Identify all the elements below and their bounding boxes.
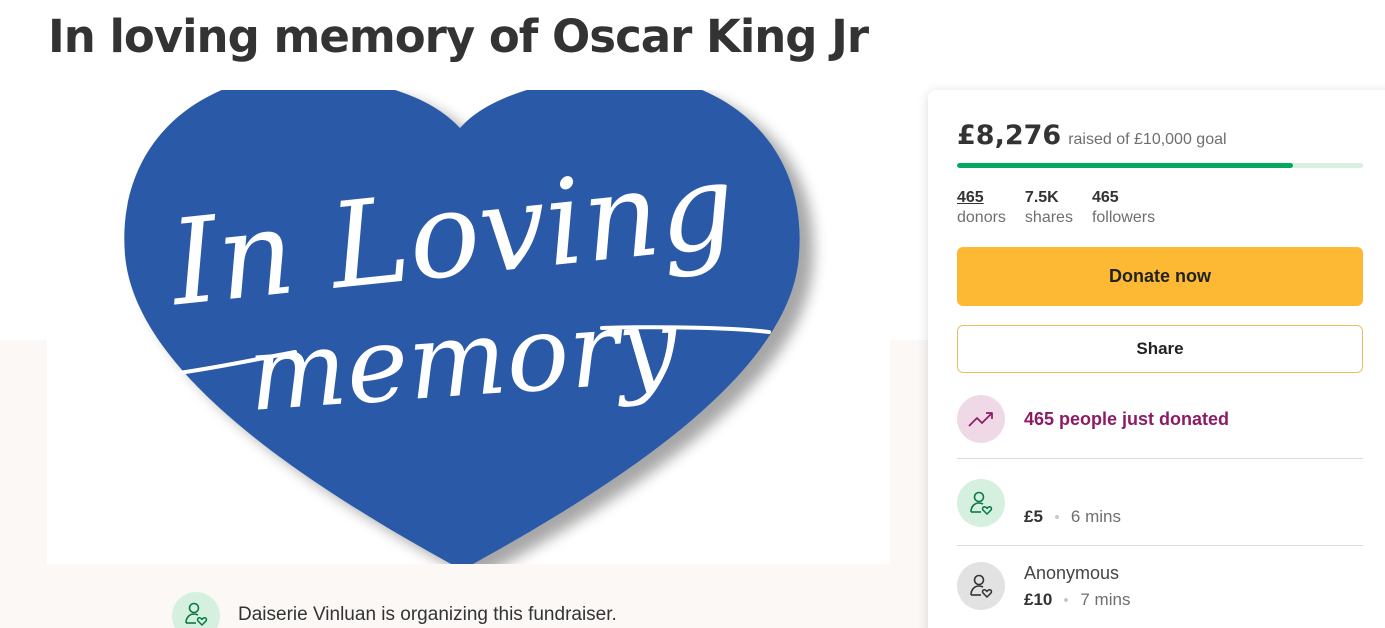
stat-shares-value: 7.5K xyxy=(1024,189,1059,206)
heart-illustration: In Loving memory xyxy=(124,90,800,564)
stat-followers: 465 followers xyxy=(1092,189,1155,229)
hero-image[interactable]: In Loving memory xyxy=(47,90,890,564)
donation-meta: £10 7 mins xyxy=(1024,589,1130,611)
amount-raised: £8,276 xyxy=(957,120,1062,151)
donation-amount: £10 xyxy=(1024,590,1053,609)
donation-time: 6 mins xyxy=(1070,507,1121,526)
page-title: In loving memory of Oscar King Jr xyxy=(48,10,869,63)
donation-meta: £5 6 mins xyxy=(1024,506,1121,528)
trend-text: 465 people just donated xyxy=(1024,408,1230,429)
donation-time: 7 mins xyxy=(1080,590,1131,609)
share-button[interactable]: Share xyxy=(957,325,1363,373)
stat-shares: 7.5K shares xyxy=(1025,189,1073,229)
donation-sidebar: £8,276 raised of £10,000 goal 465 donors… xyxy=(928,90,1385,628)
stat-donors-label: donors xyxy=(957,209,1006,226)
donor-avatar xyxy=(957,562,1005,610)
donation-item: £5 6 mins xyxy=(957,479,1121,528)
amount-row: £8,276 raised of £10,000 goal xyxy=(957,120,1227,151)
stats-row: 465 donors 7.5K shares 465 followers xyxy=(957,189,1174,229)
stat-followers-label: followers xyxy=(1091,209,1156,226)
trending-up-icon xyxy=(968,412,993,427)
user-heart-icon xyxy=(970,574,993,599)
stat-donors[interactable]: 465 donors xyxy=(957,189,1006,229)
donation-info: £5 6 mins xyxy=(1024,479,1121,528)
stat-followers-value: 465 xyxy=(1091,189,1119,206)
progress-bar xyxy=(957,163,1363,168)
donor-avatar xyxy=(957,479,1005,527)
divider xyxy=(957,545,1363,546)
donation-amount: £5 xyxy=(1024,507,1043,526)
donation-info: Anonymous £10 7 mins xyxy=(1024,562,1130,611)
separator-dot xyxy=(1054,515,1059,519)
separator-dot xyxy=(1064,598,1069,602)
stat-donors-value[interactable]: 465 xyxy=(957,189,1006,207)
trend-avatar xyxy=(957,395,1005,443)
user-heart-icon xyxy=(185,602,208,627)
organizer-row: Daiserie Vinluan is organizing this fund… xyxy=(172,592,617,628)
goal-text: raised of £10,000 goal xyxy=(1068,131,1227,148)
progress-fill xyxy=(957,163,1293,168)
donor-name xyxy=(1024,479,1121,501)
donation-item: Anonymous £10 7 mins xyxy=(957,562,1130,611)
divider xyxy=(957,458,1363,459)
donor-name: Anonymous xyxy=(1024,563,1120,583)
organizer-text: Daiserie Vinluan is organizing this fund… xyxy=(238,604,617,625)
donate-now-button[interactable]: Donate now xyxy=(957,247,1363,306)
user-heart-icon xyxy=(970,491,993,516)
organizer-avatar xyxy=(172,592,220,628)
recent-donations-banner: 465 people just donated xyxy=(957,395,1229,443)
stat-shares-label: shares xyxy=(1024,209,1073,226)
